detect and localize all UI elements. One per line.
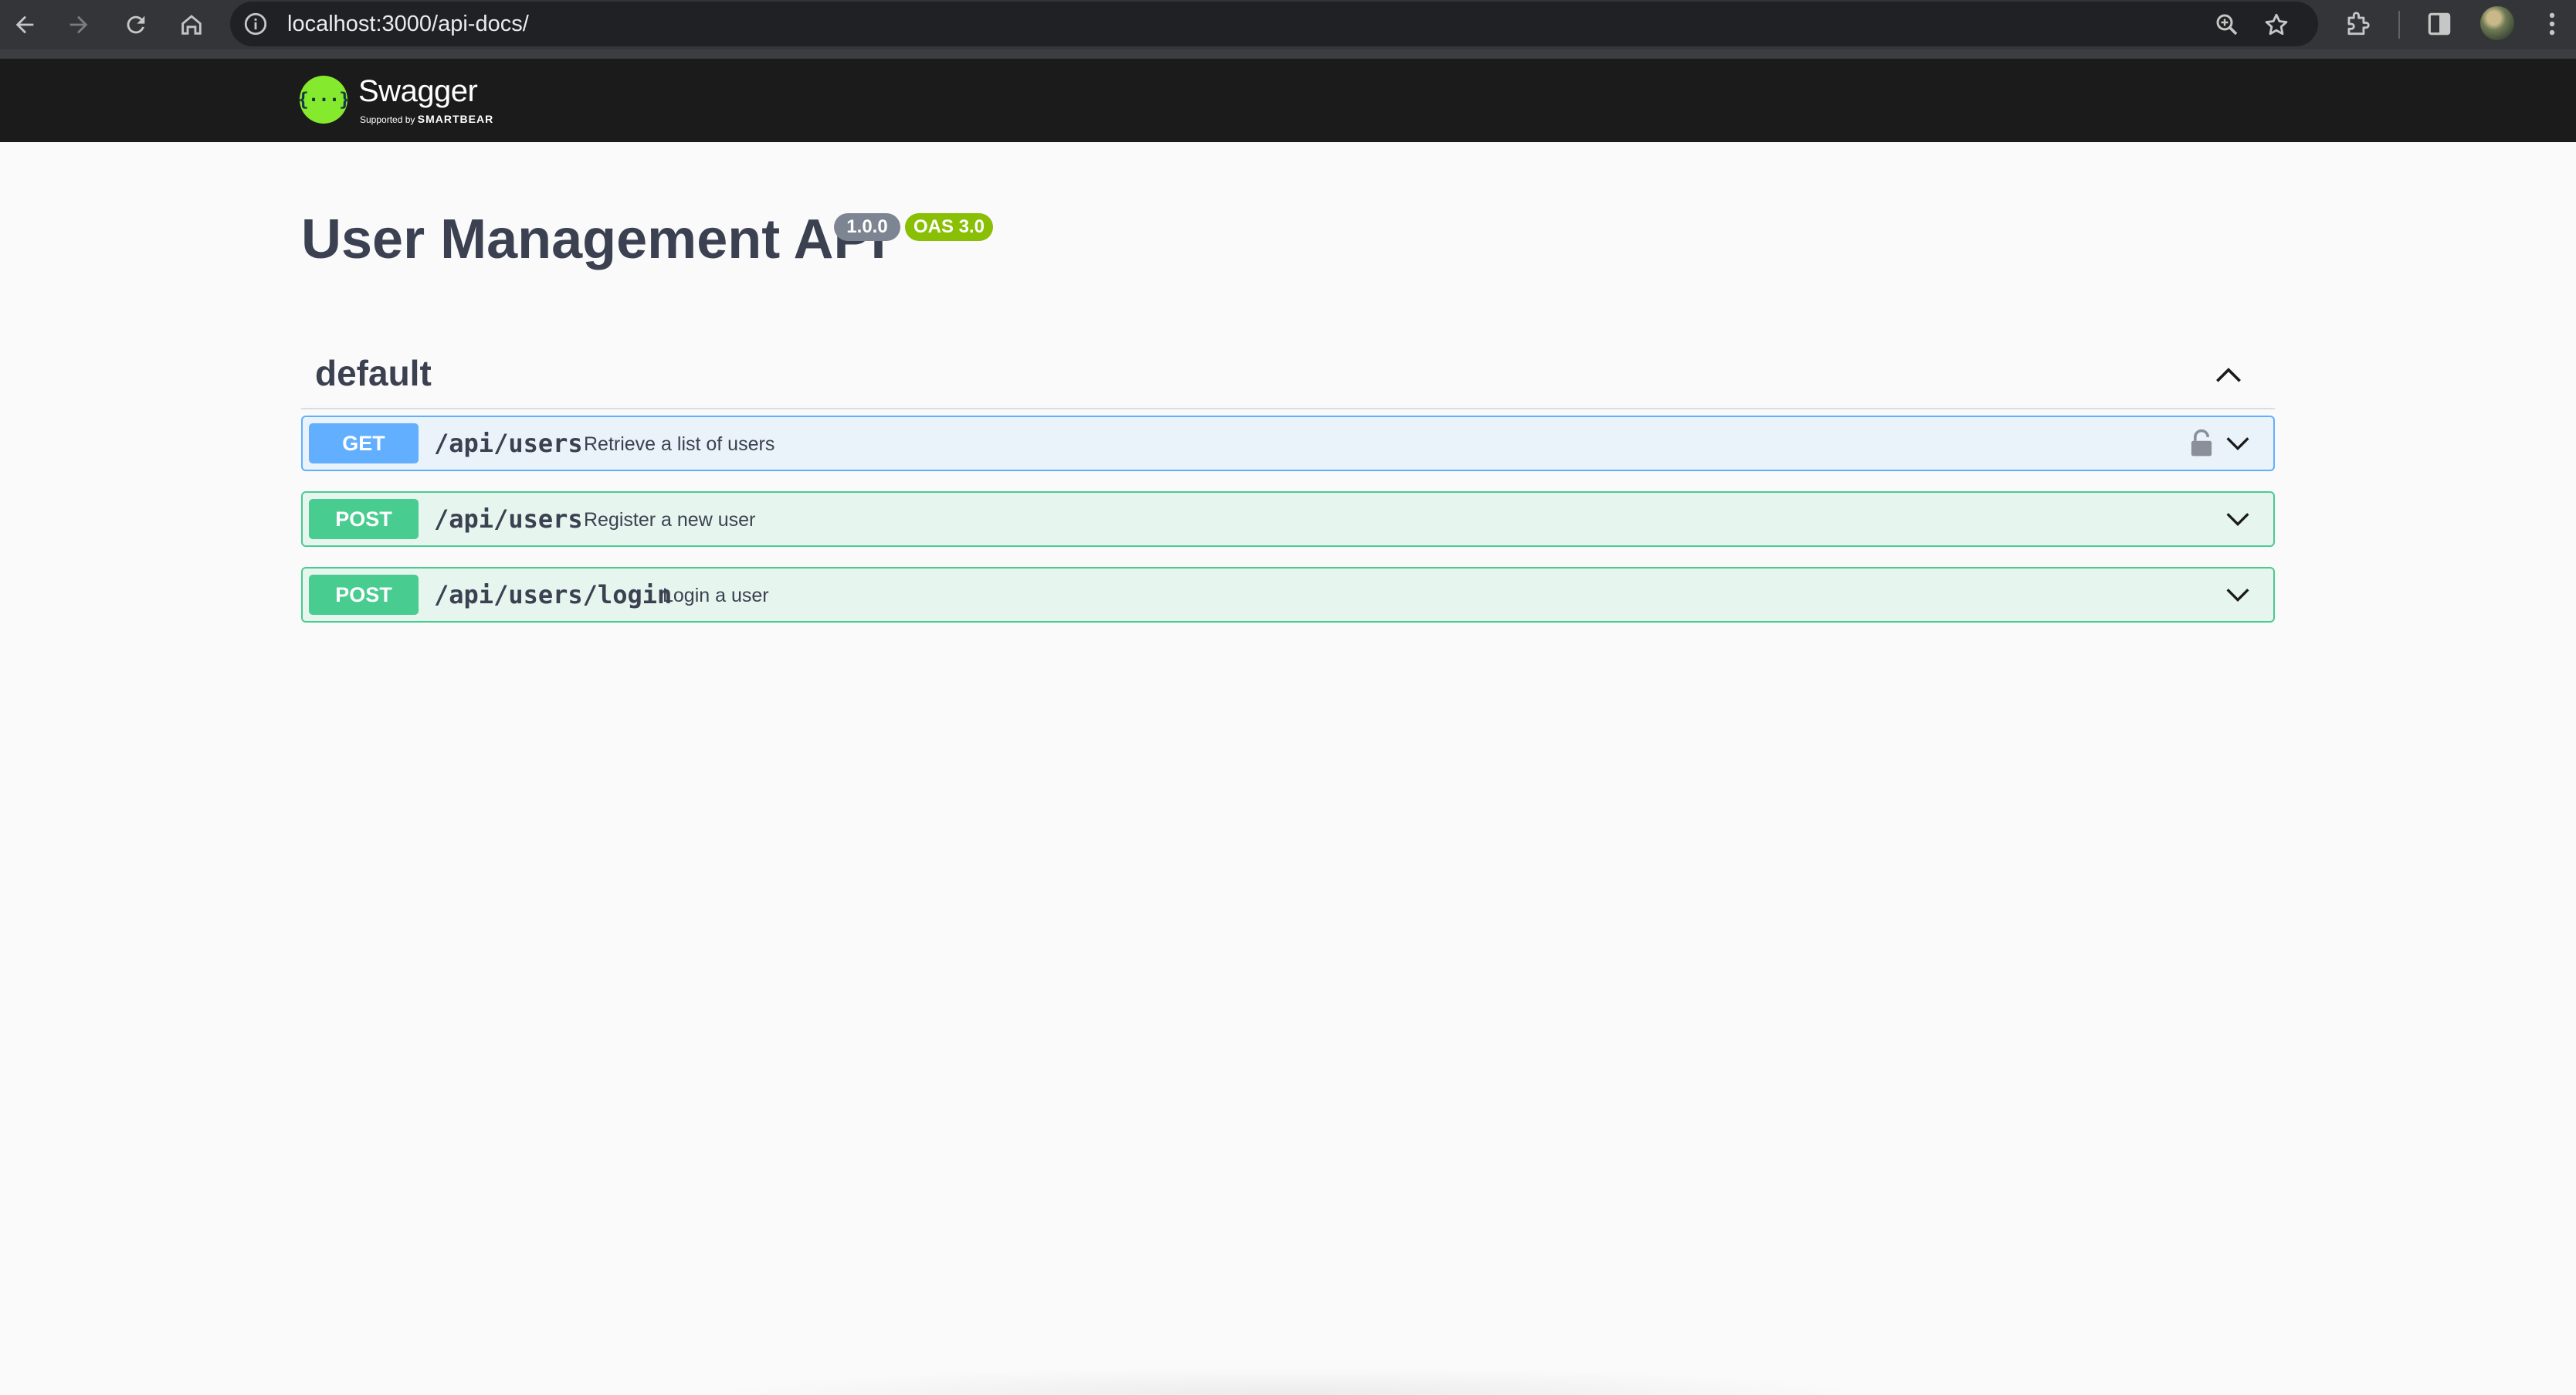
operation-summary: Retrieve a list of users xyxy=(584,433,775,455)
back-arrow-icon[interactable] xyxy=(6,6,43,43)
operation-path: /api/users/login xyxy=(434,580,673,609)
version-badge: 1.0.0 xyxy=(834,213,900,241)
operation-get-api-users[interactable]: GET /api/users Retrieve a list of users xyxy=(301,416,2275,471)
swagger-logo-glyph: {···} xyxy=(297,89,350,110)
toolbar-bottom-edge xyxy=(0,49,2576,59)
reload-icon[interactable] xyxy=(117,6,154,43)
chevron-down-icon[interactable] xyxy=(2222,504,2253,535)
method-badge: POST xyxy=(309,499,419,539)
url-text[interactable]: localhost:3000/api-docs/ xyxy=(287,2,529,46)
address-bar[interactable]: localhost:3000/api-docs/ xyxy=(230,2,2318,46)
chevron-up-icon[interactable] xyxy=(2212,358,2246,392)
tag-header-default[interactable]: default xyxy=(301,346,2275,409)
smartbear-text: SMARTBEAR xyxy=(417,113,494,125)
swagger-topbar: {···} Swagger Supported by SMARTBEAR xyxy=(0,59,2576,142)
operation-path: /api/users xyxy=(434,429,583,458)
page-bottom-shadow xyxy=(695,1367,1884,1395)
supported-by-text: Supported by xyxy=(360,114,415,125)
operation-summary: Login a user xyxy=(663,585,769,606)
chevron-down-icon[interactable] xyxy=(2222,428,2253,459)
api-title: User Management API xyxy=(301,209,886,270)
swagger-logo-subtitle: Supported by SMARTBEAR xyxy=(360,113,493,125)
lock-icon[interactable] xyxy=(2188,429,2215,457)
extensions-icon[interactable] xyxy=(2343,9,2372,39)
tag-name: default xyxy=(315,353,432,393)
chevron-down-icon[interactable] xyxy=(2222,579,2253,610)
home-icon[interactable] xyxy=(173,6,210,43)
site-info-icon[interactable] xyxy=(242,11,269,37)
operation-summary: Register a new user xyxy=(584,509,756,531)
swagger-logo-name: Swagger xyxy=(358,74,478,108)
operation-post-api-users-login[interactable]: POST /api/users/login Login a user xyxy=(301,567,2275,623)
swagger-logo-icon: {···} xyxy=(297,76,351,124)
toolbar-divider xyxy=(2398,11,2400,39)
method-badge: POST xyxy=(309,575,419,615)
bookmark-star-icon[interactable] xyxy=(2262,11,2290,39)
forward-arrow-icon[interactable] xyxy=(60,6,97,43)
operation-path: /api/users xyxy=(434,504,583,534)
swagger-logo[interactable]: {···} Swagger Supported by SMARTBEAR xyxy=(297,73,508,128)
browser-toolbar: localhost:3000/api-docs/ xyxy=(0,0,2576,49)
side-panel-icon[interactable] xyxy=(2425,9,2454,39)
kebab-menu-icon[interactable] xyxy=(2537,9,2567,39)
avatar[interactable] xyxy=(2480,6,2514,40)
oas-badge: OAS 3.0 xyxy=(905,213,993,241)
operation-post-api-users[interactable]: POST /api/users Register a new user xyxy=(301,491,2275,547)
method-badge: GET xyxy=(309,423,419,463)
zoom-icon[interactable] xyxy=(2213,11,2241,39)
